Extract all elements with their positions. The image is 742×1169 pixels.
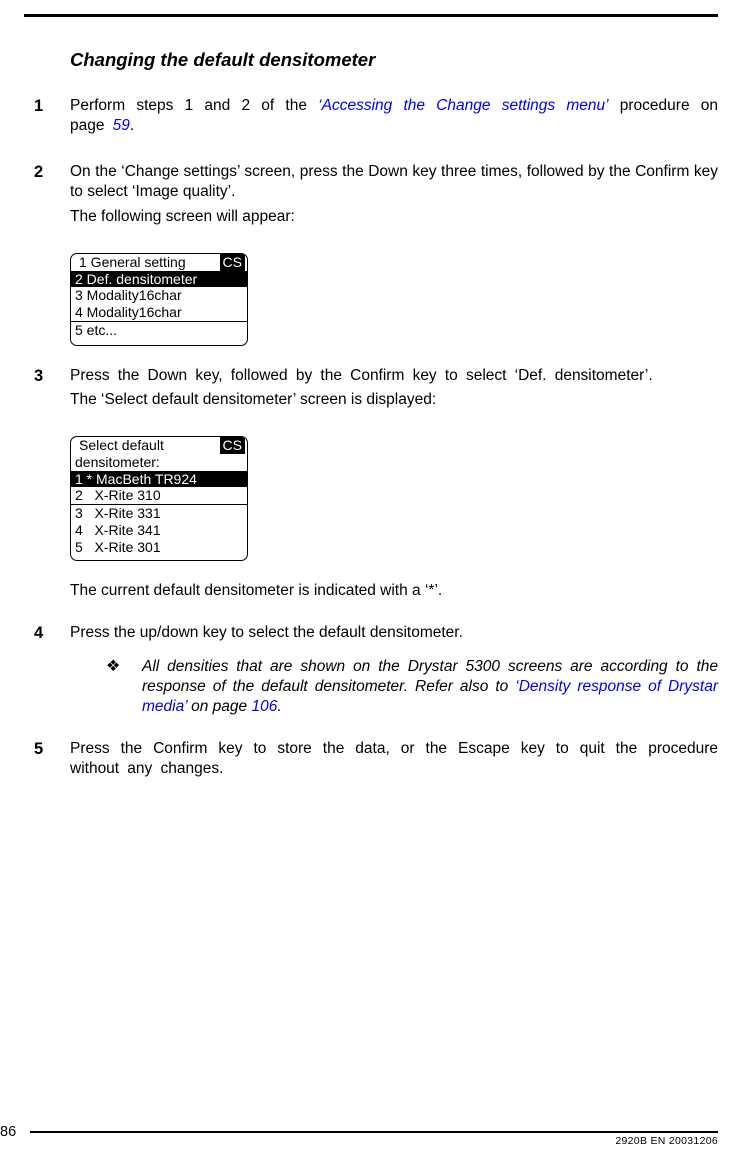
text: on page — [187, 698, 252, 715]
step-body: Perform steps 1 and 2 of the ‘Accessing … — [70, 96, 718, 140]
top-rule — [24, 14, 718, 17]
step-body: On the ‘Change settings’ screen, press t… — [70, 162, 718, 230]
step-number: 1 — [34, 96, 70, 140]
text: . — [130, 117, 134, 134]
lcd2-row5: 5 X-Rite 301 — [71, 539, 247, 560]
text: Press the Confirm key to store the data,… — [70, 739, 718, 779]
step-body: Press the Down key, followed by the Conf… — [70, 366, 718, 414]
lcd2-row3: 3 X-Rite 331 — [71, 505, 247, 522]
note: ❖ All densities that are shown on the Dr… — [106, 657, 718, 717]
lcd2-header1: Select default — [75, 437, 164, 454]
link-page-59[interactable]: 59 — [113, 117, 130, 134]
document-id: 2920B EN 20031206 — [615, 1135, 718, 1149]
note-bullet-icon: ❖ — [106, 657, 142, 717]
step-list-cont2: 4 Press the up/down key to select the de… — [34, 623, 718, 784]
lcd1-row3: 3 Modality16char — [71, 287, 247, 304]
lcd-screen-2: Select default CS densitometer: 1 * MacB… — [70, 436, 718, 561]
step-4: 4 Press the up/down key to select the de… — [34, 623, 718, 718]
step-3: 3 Press the Down key, followed by the Co… — [34, 366, 718, 414]
step-2: 2 On the ‘Change settings’ screen, press… — [34, 162, 718, 230]
text: Press the up/down key to select the defa… — [70, 623, 718, 643]
lcd1-row2-selected: 2 Def. densitometer — [71, 271, 247, 288]
footer-rule — [30, 1131, 718, 1133]
step-list: 1 Perform steps 1 and 2 of the ‘Accessin… — [34, 96, 718, 231]
step-body: Press the up/down key to select the defa… — [70, 623, 718, 718]
lcd2-row1-selected: 1 * MacBeth TR924 — [71, 471, 247, 488]
section-title: Changing the default densitometer — [70, 48, 718, 72]
lcd2-header2: densitometer: — [71, 454, 247, 471]
text: The ‘Select default densitometer’ screen… — [70, 390, 718, 410]
lcd2-cs-badge: CS — [220, 437, 245, 454]
step-list-cont1: 3 Press the Down key, followed by the Co… — [34, 366, 718, 414]
text: On the ‘Change settings’ screen, press t… — [70, 162, 718, 202]
lcd1-row4: 4 Modality16char — [71, 304, 247, 321]
step-number: 5 — [34, 739, 70, 783]
text: Press the Down key, followed by the Conf… — [70, 366, 718, 386]
lcd1-cs-badge: CS — [220, 254, 245, 271]
text: Perform steps 1 and 2 of the — [70, 97, 318, 114]
text: . — [277, 698, 281, 715]
lcd2-row2: 2 X-Rite 310 — [71, 487, 247, 504]
step-5: 5 Press the Confirm key to store the dat… — [34, 739, 718, 783]
lcd1-row5: 5 etc... — [71, 321, 247, 344]
text: The following screen will appear: — [70, 207, 718, 227]
page-content: Changing the default densitometer 1 Perf… — [34, 40, 718, 806]
step-number: 2 — [34, 162, 70, 230]
step-number: 3 — [34, 366, 70, 414]
note-body: All densities that are shown on the Drys… — [142, 657, 718, 717]
step-1: 1 Perform steps 1 and 2 of the ‘Accessin… — [34, 96, 718, 140]
lcd1-row1: 1 General setting — [75, 254, 186, 271]
lcd-screen-1: 1 General setting CS 2 Def. densitometer… — [70, 253, 718, 346]
footer: 86 2920B EN 20031206 — [0, 1131, 718, 1153]
step3-tail: The current default densitometer is indi… — [70, 581, 718, 601]
text: The current default densitometer is indi… — [70, 582, 442, 599]
step-number: 4 — [34, 623, 70, 718]
step-body: Press the Confirm key to store the data,… — [70, 739, 718, 783]
link-page-106[interactable]: 106 — [251, 698, 277, 715]
link-accessing-menu[interactable]: ‘Accessing the Change settings menu’ — [318, 97, 608, 114]
page-number: 86 — [0, 1123, 20, 1142]
lcd2-row4: 4 X-Rite 341 — [71, 522, 247, 539]
